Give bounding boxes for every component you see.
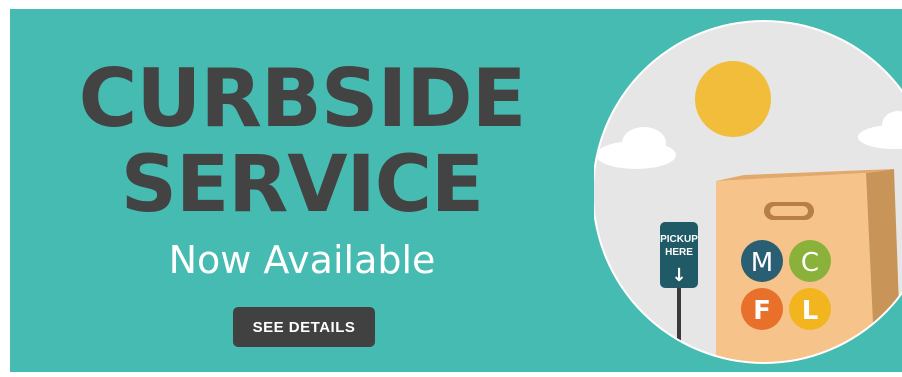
- subhead-now-available: Now Available: [168, 238, 436, 282]
- pickup-sign-line2: HERE: [665, 247, 693, 258]
- see-details-button[interactable]: SEE DETAILS: [233, 307, 375, 347]
- bag-letter-m: M: [751, 248, 773, 278]
- bag-letter-c: C: [801, 248, 819, 278]
- sun-icon: [695, 61, 771, 137]
- curbside-illustration: PICKUP HERE ↓ M C F L: [594, 9, 902, 372]
- curbside-scene: PICKUP HERE ↓ M C F L: [594, 20, 902, 364]
- sign-post: [677, 274, 681, 362]
- down-arrow-icon: ↓: [671, 265, 686, 286]
- bag-letter-f: F: [753, 296, 771, 326]
- curbside-banner[interactable]: CURBSIDE SERVICE Now Available SEE DETAI…: [10, 9, 902, 372]
- pickup-sign-line1: PICKUP: [660, 234, 698, 245]
- headline-service: SERVICE: [120, 140, 484, 230]
- headline-curbside: CURBSIDE: [78, 52, 527, 145]
- bag-letter-l: L: [802, 296, 819, 326]
